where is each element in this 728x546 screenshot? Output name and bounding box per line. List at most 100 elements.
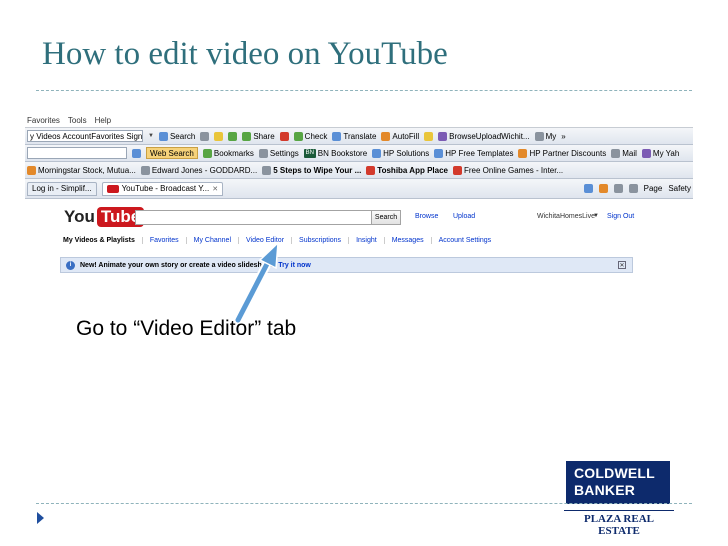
bn-bookstore-button[interactable]: BN BN Bookstore <box>303 148 367 158</box>
fav-games[interactable]: Free Online Games - Inter... <box>452 165 563 175</box>
logo-block: COLDWELL BANKER <box>566 461 670 504</box>
overflow-chevron-icon[interactable]: » <box>561 132 565 141</box>
top-divider <box>36 90 692 91</box>
bookmark-icon <box>202 148 212 158</box>
youtube-icon <box>106 184 119 193</box>
triangle-bullet-icon <box>37 512 44 524</box>
tab-messages[interactable]: Messages <box>383 236 431 244</box>
address-field[interactable]: y Videos AccountFavorites Sign Out <box>27 130 143 142</box>
tab-my-videos[interactable]: My Videos & Playlists <box>60 237 142 244</box>
tab-insight[interactable]: Insight <box>348 236 384 244</box>
hp-icon <box>372 148 382 158</box>
hp-solutions-button[interactable]: HP Solutions <box>372 148 429 158</box>
fav-wipe[interactable]: 5 Steps to Wipe Your ... <box>262 165 361 175</box>
toolbar-one: y Videos AccountFavorites Sign Out ▼ Sea… <box>25 128 693 145</box>
settings-button[interactable]: Settings <box>258 148 299 158</box>
youtube-account-nav: My Videos & Playlists Favorites My Chann… <box>60 234 630 246</box>
check-icon <box>293 131 303 141</box>
chevron-down-icon[interactable]: ▼ <box>593 213 599 219</box>
toolbar-two: Web Search Bookmarks Settings BN BN Books… <box>25 145 693 162</box>
tab-account-settings[interactable]: Account Settings <box>430 236 499 244</box>
favorite-icon <box>27 165 36 175</box>
menu-tools[interactable]: Tools <box>68 116 87 125</box>
mail-button[interactable]: Mail <box>611 148 637 158</box>
instruction-callout: Go to “Video Editor” tab <box>76 317 297 340</box>
search-icon <box>158 131 168 141</box>
menu-favorites[interactable]: Favorites <box>27 116 60 125</box>
safety-menu[interactable]: Safety <box>668 184 691 193</box>
upload-link[interactable]: Upload <box>453 213 475 220</box>
home-icon[interactable] <box>583 184 593 193</box>
youtube-search-button[interactable]: Search <box>371 210 401 225</box>
add-icon[interactable] <box>228 131 238 141</box>
web-search-input[interactable] <box>27 147 127 159</box>
slide-title: How to edit video on YouTube <box>42 36 448 72</box>
star-icon[interactable] <box>214 131 224 141</box>
youtube-page: You Tube Search Browse Upload WichitaHome… <box>25 199 693 281</box>
browse-link[interactable]: Browse <box>415 213 438 220</box>
page-menu[interactable]: Page <box>644 184 663 193</box>
tab-bar: Log in - Simplif... YouTube - Broadcast … <box>25 179 693 199</box>
hp-templates-icon <box>434 148 444 158</box>
my-button[interactable]: My <box>534 131 556 141</box>
try-it-now-link[interactable]: Try it now <box>278 262 311 269</box>
fav-toshiba[interactable]: Toshiba App Place <box>366 165 448 175</box>
new-feature-notice: i New! Animate your own story or create … <box>60 257 633 273</box>
hp-templates-button[interactable]: HP Free Templates <box>434 148 513 158</box>
account-dropdown[interactable]: WichitaHomesLive <box>537 213 595 220</box>
youtube-search-input[interactable] <box>135 210 372 225</box>
fav-morningstar[interactable]: Morningstar Stock, Mutua... <box>27 165 136 175</box>
search-toolbar-button[interactable]: Search <box>158 131 195 141</box>
sign-out-link[interactable]: Sign Out <box>607 213 634 220</box>
autofill-icon <box>381 131 391 141</box>
favorite-icon <box>262 165 272 175</box>
menu-help[interactable]: Help <box>95 116 111 125</box>
share-icon <box>242 131 252 141</box>
tab-video-editor[interactable]: Video Editor <box>238 236 291 244</box>
tab-login[interactable]: Log in - Simplif... <box>27 181 97 196</box>
browse-upload-button[interactable]: BrowseUploadWichit... <box>438 131 530 141</box>
my-yahoo-button[interactable]: My Yah <box>641 148 679 158</box>
translate-button[interactable]: Translate <box>332 131 376 141</box>
discount-icon <box>518 148 528 158</box>
close-icon[interactable]: ✕ <box>618 261 626 269</box>
favorite-icon <box>366 165 376 175</box>
tool-icon[interactable] <box>279 131 289 141</box>
bottom-divider <box>36 503 692 504</box>
tab-subscriptions[interactable]: Subscriptions <box>291 236 348 244</box>
browser-screenshot: Favorites Tools Help y Videos AccountFav… <box>25 113 693 281</box>
chevron-down-icon[interactable]: ▼ <box>148 133 154 139</box>
bn-logo-icon: BN <box>303 148 316 158</box>
check-button[interactable]: Check <box>293 131 327 141</box>
user-icon <box>534 131 544 141</box>
command-bar: Page Safety <box>583 184 693 193</box>
favorite-icon <box>452 165 462 175</box>
close-icon[interactable]: ✕ <box>212 185 218 193</box>
pencil-icon[interactable] <box>424 131 434 141</box>
feed-icon[interactable] <box>598 184 608 193</box>
fav-edward-jones[interactable]: Edward Jones - GODDARD... <box>140 165 257 175</box>
coldwell-banker-logo: COLDWELL BANKER PLAZA REAL ESTATE <box>561 458 675 537</box>
tab-youtube[interactable]: YouTube - Broadcast Y... ✕ <box>101 181 224 196</box>
logo-subtitle: PLAZA REAL ESTATE <box>564 510 674 537</box>
info-icon: i <box>66 260 75 270</box>
read-mail-icon[interactable] <box>613 184 623 193</box>
tab-favorites[interactable]: Favorites <box>141 236 186 244</box>
page-icon[interactable] <box>200 131 210 141</box>
bookmarks-button[interactable]: Bookmarks <box>202 148 254 158</box>
print-icon[interactable] <box>628 184 638 193</box>
share-button[interactable]: Share <box>242 131 275 141</box>
favorites-bar: Morningstar Stock, Mutua... Edward Jones… <box>25 162 693 179</box>
menu-bar: Favorites Tools Help <box>25 113 693 128</box>
hp-discounts-button[interactable]: HP Partner Discounts <box>518 148 606 158</box>
translate-icon <box>332 131 342 141</box>
youtube-logo[interactable]: You Tube <box>64 207 145 227</box>
mail-icon <box>611 148 621 158</box>
yahoo-icon <box>641 148 651 158</box>
autofill-button[interactable]: AutoFill <box>381 131 419 141</box>
notice-text: New! Animate your own story or create a … <box>80 261 274 269</box>
upload-icon <box>438 131 448 141</box>
tab-my-channel[interactable]: My Channel <box>185 236 238 244</box>
magnifier-icon[interactable] <box>132 148 141 158</box>
web-search-button[interactable]: Web Search <box>146 147 198 159</box>
